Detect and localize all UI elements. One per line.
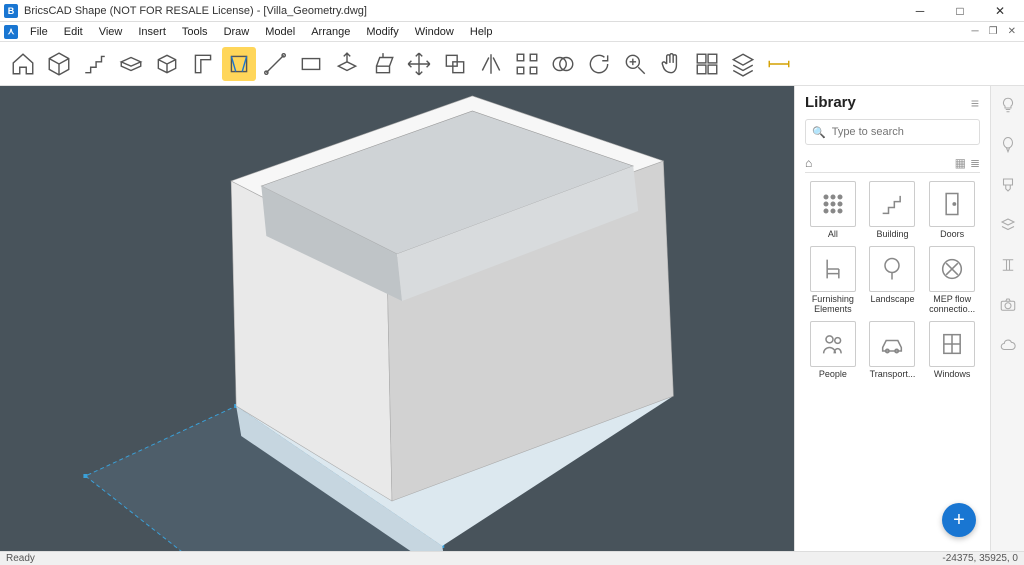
ibeam-icon[interactable]	[997, 254, 1019, 276]
mdi-minimize-icon[interactable]: ─	[972, 26, 979, 37]
menu-arrange[interactable]: Arrange	[303, 24, 358, 40]
right-rail	[990, 86, 1024, 551]
titlebar: B BricsCAD Shape (NOT FOR RESALE License…	[0, 0, 1024, 22]
quickdraw-icon[interactable]	[222, 47, 256, 81]
search-icon: 🔍	[812, 126, 826, 139]
library-item-mep[interactable]: MEP flow connectio...	[924, 246, 980, 315]
library-title: Library	[805, 94, 856, 111]
copy-icon[interactable]	[438, 47, 472, 81]
rectangle-icon[interactable]	[294, 47, 328, 81]
status-coords: -24375, 35925, 0	[942, 553, 1018, 564]
components-icon[interactable]	[690, 47, 724, 81]
cube-iso-icon[interactable]	[42, 47, 76, 81]
pushpull-icon[interactable]	[330, 47, 364, 81]
close-button[interactable]: ✕	[980, 0, 1020, 22]
line-icon[interactable]	[258, 47, 292, 81]
stairs-icon	[869, 181, 915, 227]
pan-icon[interactable]	[654, 47, 688, 81]
statusbar: Ready -24375, 35925, 0	[0, 551, 1024, 565]
tree-icon	[869, 246, 915, 292]
library-item-doors[interactable]: Doors	[924, 181, 980, 240]
bulb-icon[interactable]	[997, 94, 1019, 116]
menu-view[interactable]: View	[91, 24, 131, 40]
library-item-furnishing[interactable]: Furnishing Elements	[805, 246, 861, 315]
maximize-button[interactable]: □	[940, 0, 980, 22]
add-component-button[interactable]: +	[942, 503, 976, 537]
library-search[interactable]: 🔍	[805, 119, 980, 145]
library-grid: All Building Doors Furnishing Elements L…	[805, 181, 980, 380]
grid-icon	[810, 181, 856, 227]
library-item-transport[interactable]: Transport...	[865, 321, 921, 380]
mdi-close-icon[interactable]: ✕	[1008, 26, 1016, 37]
app-icon: B	[4, 4, 18, 18]
circle-cross-icon	[929, 246, 975, 292]
window-title: BricsCAD Shape (NOT FOR RESALE License) …	[24, 5, 367, 17]
stairs-icon[interactable]	[78, 47, 112, 81]
menu-draw[interactable]: Draw	[216, 24, 258, 40]
camera-icon[interactable]	[997, 294, 1019, 316]
minimize-button[interactable]: ─	[900, 0, 940, 22]
menu-file[interactable]: File	[22, 24, 56, 40]
layers-rail-icon[interactable]	[997, 214, 1019, 236]
cloud-icon[interactable]	[997, 334, 1019, 356]
slab-icon[interactable]	[114, 47, 148, 81]
balloon-icon[interactable]	[997, 134, 1019, 156]
menubar: ⋏ File Edit View Insert Tools Draw Model…	[0, 22, 1024, 42]
library-panel: Library ≡ 🔍 ⌂ ▦ ≣ All Building	[794, 86, 990, 551]
door-icon	[929, 181, 975, 227]
move-icon[interactable]	[402, 47, 436, 81]
panel-menu-icon[interactable]: ≡	[971, 95, 980, 111]
array-icon[interactable]	[510, 47, 544, 81]
brush-icon[interactable]	[997, 174, 1019, 196]
library-item-all[interactable]: All	[805, 181, 861, 240]
mdi-restore-icon[interactable]: ❐	[989, 26, 998, 37]
chair-icon	[810, 246, 856, 292]
layers-icon[interactable]	[726, 47, 760, 81]
mirror-icon[interactable]	[474, 47, 508, 81]
library-item-windows[interactable]: Windows	[924, 321, 980, 380]
view-list-icon[interactable]: ≣	[970, 156, 980, 170]
menu-window[interactable]: Window	[407, 24, 462, 40]
people-icon	[810, 321, 856, 367]
menu-model[interactable]: Model	[257, 24, 303, 40]
library-home-icon[interactable]: ⌂	[805, 156, 812, 170]
zoom-icon[interactable]	[618, 47, 652, 81]
profile-icon[interactable]	[186, 47, 220, 81]
menu-modify[interactable]: Modify	[358, 24, 406, 40]
search-input[interactable]	[832, 126, 974, 138]
extrude-icon[interactable]	[366, 47, 400, 81]
view-grid-icon[interactable]: ▦	[955, 156, 966, 170]
box-icon[interactable]	[150, 47, 184, 81]
menu-edit[interactable]: Edit	[56, 24, 91, 40]
menu-tools[interactable]: Tools	[174, 24, 216, 40]
toolbar	[0, 42, 1024, 86]
menu-insert[interactable]: Insert	[130, 24, 174, 40]
home-icon[interactable]	[6, 47, 40, 81]
library-item-landscape[interactable]: Landscape	[865, 246, 921, 315]
library-item-building[interactable]: Building	[865, 181, 921, 240]
status-text: Ready	[6, 553, 35, 564]
library-item-people[interactable]: People	[805, 321, 861, 380]
window-icon	[929, 321, 975, 367]
viewport-3d[interactable]: 4800 2750	[0, 86, 794, 551]
rotate-icon[interactable]	[582, 47, 616, 81]
car-icon	[869, 321, 915, 367]
union-icon[interactable]	[546, 47, 580, 81]
menu-help[interactable]: Help	[462, 24, 501, 40]
doc-icon: ⋏	[4, 25, 18, 39]
measure-icon[interactable]	[762, 47, 796, 81]
